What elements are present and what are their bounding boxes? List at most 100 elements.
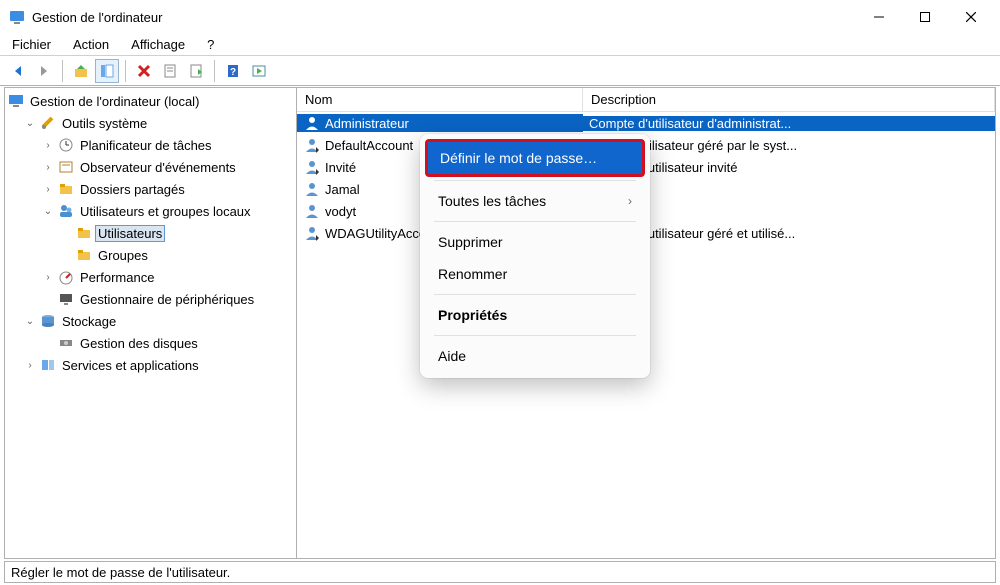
close-button[interactable]	[948, 2, 994, 32]
tree-outils-systeme[interactable]: ⌄ Outils système	[7, 112, 294, 134]
clock-icon	[57, 136, 75, 154]
collapse-icon[interactable]: ⌄	[23, 116, 37, 130]
cell-name: Administrateur	[325, 116, 409, 131]
tree-root[interactable]: Gestion de l'ordinateur (local)	[7, 90, 294, 112]
storage-icon	[39, 312, 57, 330]
tree-utilisateurs[interactable]: Utilisateurs	[7, 222, 294, 244]
tree-users-groups[interactable]: ⌄ Utilisateurs et groupes locaux	[7, 200, 294, 222]
tree-performance[interactable]: › Performance	[7, 266, 294, 288]
user-icon	[303, 114, 321, 132]
context-separator	[434, 335, 636, 336]
ctx-all-tasks[interactable]: Toutes les tâches ›	[426, 185, 644, 217]
menu-help[interactable]: ?	[203, 35, 218, 54]
performance-icon	[57, 268, 75, 286]
tools-icon	[39, 114, 57, 132]
menu-action[interactable]: Action	[69, 35, 113, 54]
ctx-label: Aide	[438, 348, 466, 364]
tree-label: Outils système	[59, 115, 150, 132]
tree-disques[interactable]: Gestion des disques	[7, 332, 294, 354]
context-menu: Définir le mot de passe… Toutes les tâch…	[420, 134, 650, 378]
up-button[interactable]	[69, 59, 93, 83]
collapse-icon[interactable]: ⌄	[41, 204, 55, 218]
title-bar: Gestion de l'ordinateur	[0, 0, 1000, 34]
column-description[interactable]: Description	[583, 88, 995, 111]
cell-name: DefaultAccount	[325, 138, 413, 153]
tree-services[interactable]: › Services et applications	[7, 354, 294, 376]
expand-icon[interactable]: ›	[41, 138, 55, 152]
tree-devices[interactable]: Gestionnaire de périphériques	[7, 288, 294, 310]
submenu-arrow-icon: ›	[628, 194, 632, 208]
ctx-label: Supprimer	[438, 234, 503, 250]
tree-label: Groupes	[95, 247, 151, 264]
ctx-rename[interactable]: Renommer	[426, 258, 644, 290]
tree-dossiers[interactable]: › Dossiers partagés	[7, 178, 294, 200]
tree-groupes[interactable]: Groupes	[7, 244, 294, 266]
expand-icon[interactable]: ›	[41, 270, 55, 284]
svg-text:?: ?	[230, 67, 236, 78]
user-row[interactable]: Administrateur Compte d'utilisateur d'ad…	[297, 112, 995, 134]
column-name[interactable]: Nom	[297, 88, 583, 111]
toolbar: ?	[0, 56, 1000, 86]
cell-desc: Compte d'utilisateur d'administrat...	[589, 116, 791, 131]
context-separator	[434, 294, 636, 295]
services-icon	[39, 356, 57, 374]
toolbar-separator	[62, 60, 63, 82]
maximize-button[interactable]	[902, 2, 948, 32]
expand-icon[interactable]: ›	[23, 358, 37, 372]
user-icon	[303, 158, 321, 176]
menu-affichage[interactable]: Affichage	[127, 35, 189, 54]
user-icon	[303, 136, 321, 154]
collapse-icon[interactable]: ⌄	[23, 314, 37, 328]
menu-bar: Fichier Action Affichage ?	[0, 34, 1000, 56]
event-icon	[57, 158, 75, 176]
user-icon	[303, 202, 321, 220]
folder-icon	[75, 246, 93, 264]
app-icon	[8, 8, 26, 26]
ctx-label: Propriétés	[438, 307, 507, 323]
forward-button[interactable]	[32, 59, 56, 83]
ctx-properties[interactable]: Propriétés	[426, 299, 644, 331]
properties-button[interactable]	[158, 59, 182, 83]
tree-observateur[interactable]: › Observateur d'événements	[7, 156, 294, 178]
tree-label: Utilisateurs	[95, 225, 165, 242]
ctx-label: Toutes les tâches	[438, 193, 546, 209]
tree-planificateur[interactable]: › Planificateur de tâches	[7, 134, 294, 156]
device-icon	[57, 290, 75, 308]
minimize-button[interactable]	[856, 2, 902, 32]
ctx-label: Définir le mot de passe…	[440, 150, 597, 166]
back-button[interactable]	[6, 59, 30, 83]
tree-label: Dossiers partagés	[77, 181, 188, 198]
tree-label: Stockage	[59, 313, 119, 330]
computer-icon	[7, 92, 25, 110]
tree-root-label: Gestion de l'ordinateur (local)	[27, 93, 202, 110]
users-icon	[57, 202, 75, 220]
run-button[interactable]	[247, 59, 271, 83]
folder-icon	[75, 224, 93, 242]
expand-icon[interactable]: ›	[41, 182, 55, 196]
toolbar-separator	[125, 60, 126, 82]
ctx-label: Renommer	[438, 266, 507, 282]
cell-name: vodyt	[325, 204, 356, 219]
tree-label: Gestion des disques	[77, 335, 201, 352]
ctx-help[interactable]: Aide	[426, 340, 644, 372]
tree-label: Performance	[77, 269, 157, 286]
ctx-delete[interactable]: Supprimer	[426, 226, 644, 258]
delete-button[interactable]	[132, 59, 156, 83]
status-bar: Régler le mot de passe de l'utilisateur.	[4, 561, 996, 583]
disk-icon	[57, 334, 75, 352]
tree-label: Observateur d'événements	[77, 159, 239, 176]
context-separator	[434, 180, 636, 181]
tree-pane[interactable]: Gestion de l'ordinateur (local) ⌄ Outils…	[5, 88, 297, 558]
list-header: Nom Description	[297, 88, 995, 112]
tree-stockage[interactable]: ⌄ Stockage	[7, 310, 294, 332]
tree-label: Services et applications	[59, 357, 202, 374]
menu-fichier[interactable]: Fichier	[8, 35, 55, 54]
show-hide-tree-button[interactable]	[95, 59, 119, 83]
cell-name: Jamal	[325, 182, 360, 197]
ctx-set-password[interactable]: Définir le mot de passe…	[425, 139, 645, 177]
expand-icon[interactable]: ›	[41, 160, 55, 174]
status-text: Régler le mot de passe de l'utilisateur.	[11, 565, 230, 580]
user-icon	[303, 180, 321, 198]
help-button[interactable]: ?	[221, 59, 245, 83]
export-button[interactable]	[184, 59, 208, 83]
